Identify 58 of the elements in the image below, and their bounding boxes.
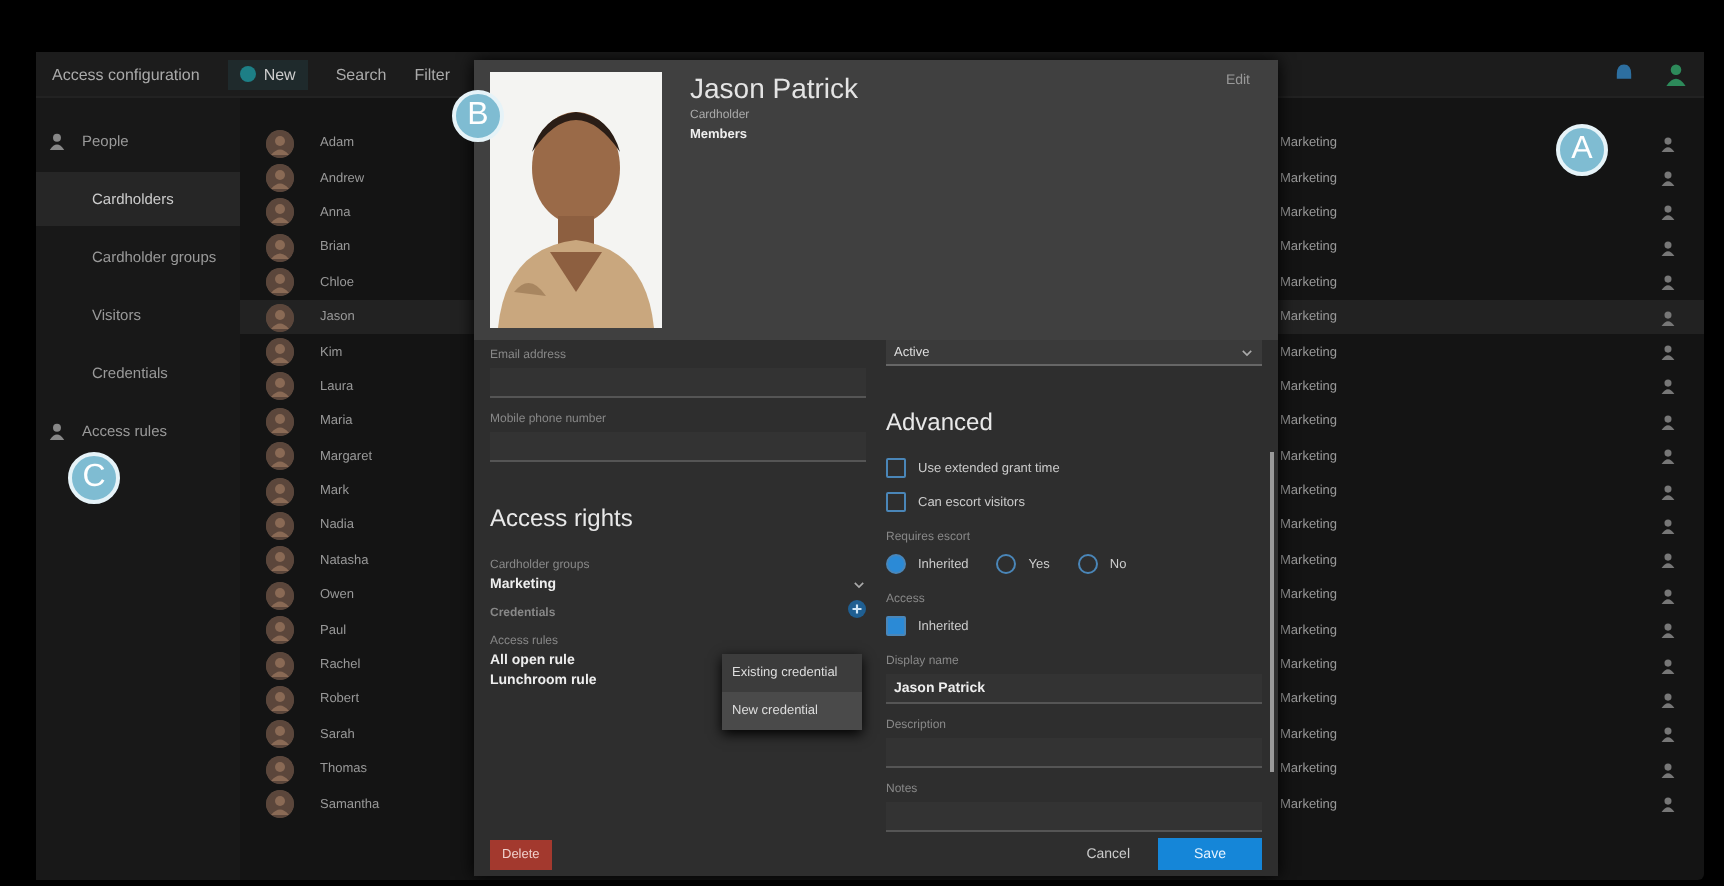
avatar-icon	[266, 511, 294, 540]
avatar-icon	[266, 164, 294, 193]
toolbar-item[interactable]: Search	[335, 65, 387, 83]
avatar-icon	[266, 303, 294, 332]
person-icon[interactable]	[1660, 170, 1676, 187]
avatar-icon	[266, 546, 294, 575]
avatar-icon	[266, 198, 294, 227]
avatar-icon	[266, 685, 294, 714]
chevron-icon	[1240, 345, 1254, 359]
person-icon[interactable]	[1660, 204, 1676, 221]
add-icon[interactable]	[848, 600, 866, 618]
avatar-icon	[266, 651, 294, 680]
person-icon[interactable]	[1660, 448, 1676, 465]
avatar-icon	[266, 790, 294, 819]
person-icon[interactable]	[1660, 239, 1676, 256]
avatar-icon	[266, 407, 294, 436]
person-icon[interactable]	[1660, 726, 1676, 743]
person-icon[interactable]	[1660, 796, 1676, 813]
scrollbar[interactable]	[1270, 452, 1274, 772]
person-icon[interactable]	[1660, 622, 1676, 639]
people-icon	[48, 132, 66, 150]
person-icon[interactable]	[1660, 587, 1676, 604]
person-icon[interactable]	[1660, 691, 1676, 708]
person-icon[interactable]	[1660, 413, 1676, 430]
person-icon[interactable]	[1660, 274, 1676, 291]
avatar-icon	[266, 268, 294, 297]
avatar-icon	[266, 372, 294, 401]
toolbar-item[interactable]: Filter	[414, 65, 450, 83]
input-field[interactable]	[490, 368, 866, 398]
avatar-icon	[266, 581, 294, 610]
input-field[interactable]	[886, 802, 1262, 832]
avatar-icon	[266, 477, 294, 506]
people-icon	[48, 422, 66, 440]
person-icon[interactable]	[1660, 483, 1676, 500]
input-field[interactable]	[490, 432, 866, 462]
cardholder-name: Jason Patrick	[690, 72, 861, 104]
section-heading: Advanced	[886, 408, 995, 436]
avatar-icon	[266, 338, 294, 367]
input-field[interactable]	[886, 738, 1262, 768]
person-icon[interactable]	[1660, 657, 1676, 674]
person-icon[interactable]	[1660, 552, 1676, 569]
chevron-icon	[852, 578, 866, 592]
avatar-icon	[266, 755, 294, 784]
person-icon[interactable]	[1660, 517, 1676, 534]
person-icon[interactable]	[1660, 309, 1676, 326]
person-icon[interactable]	[1660, 135, 1676, 152]
new-button[interactable]: New	[227, 59, 308, 89]
avatar-icon	[266, 129, 294, 158]
person-icon[interactable]	[1660, 761, 1676, 778]
section-heading: Access rights	[490, 504, 635, 532]
app-title: Access configuration	[52, 65, 200, 83]
avatar-icon	[266, 720, 294, 749]
avatar-icon	[266, 616, 294, 645]
user-icon[interactable]	[1664, 62, 1688, 86]
person-icon[interactable]	[1660, 344, 1676, 361]
avatar-icon	[266, 442, 294, 471]
person-icon[interactable]	[1660, 378, 1676, 395]
avatar-icon	[266, 233, 294, 262]
